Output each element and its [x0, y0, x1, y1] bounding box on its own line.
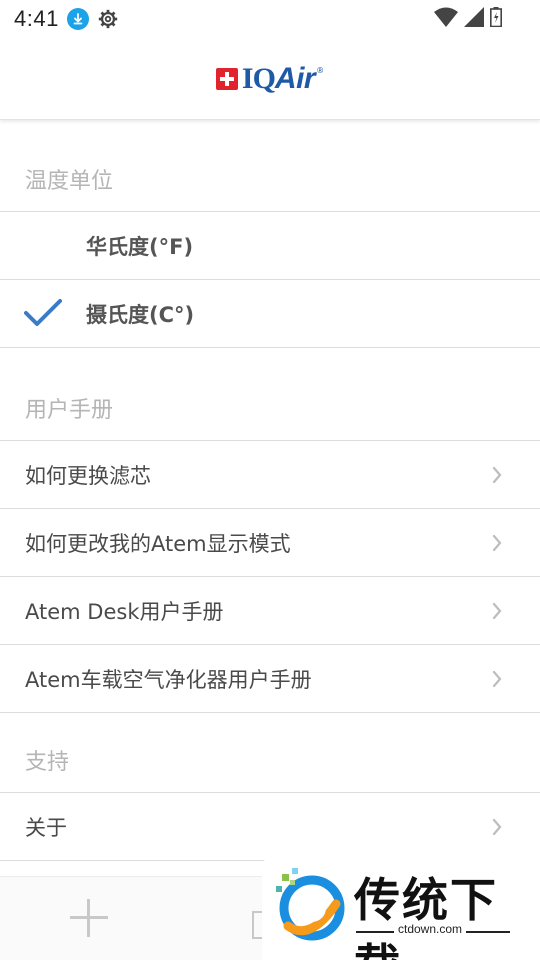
list-item-atem-car-manual[interactable]: Atem车载空气净化器用户手册 [0, 645, 540, 713]
list-item-label: 如何更换滤芯 [25, 463, 151, 488]
status-bar: 4:41 [0, 0, 540, 38]
list-item-display-mode[interactable]: 如何更改我的Atem显示模式 [0, 509, 540, 577]
chevron-right-icon [492, 819, 502, 835]
watermark-logo-icon [276, 868, 345, 941]
list-item-label: 关于 [25, 815, 67, 840]
watermark-url: ctdown.com [398, 922, 463, 936]
list-item-atem-desk-manual[interactable]: Atem Desk用户手册 [0, 577, 540, 645]
list-item-label: 如何更改我的Atem显示模式 [25, 531, 291, 556]
swiss-flag-icon [215, 67, 238, 90]
registered-mark: ® [316, 66, 325, 75]
logo-text: IQAir [241, 61, 316, 95]
watermark: 传统下载 ctdown.com [262, 858, 540, 960]
option-fahrenheit[interactable]: 华氏度(°F) [0, 212, 540, 280]
signal-icon [464, 7, 484, 27]
chevron-right-icon [492, 535, 502, 551]
section-header-support: 支持 [0, 713, 540, 793]
download-icon [66, 8, 89, 30]
list-item-replace-filter[interactable]: 如何更换滤芯 [0, 441, 540, 509]
settings-gear-icon [98, 9, 117, 29]
chevron-right-icon [492, 671, 502, 687]
watermark-rule-left [356, 931, 394, 933]
list-item-about[interactable]: 关于 [0, 793, 540, 861]
battery-icon [490, 7, 502, 27]
watermark-rule-right [466, 931, 510, 933]
app-header: IQAir ® [0, 38, 540, 120]
checkmark-icon [24, 299, 62, 326]
wifi-icon [434, 7, 458, 27]
add-device-plus-icon[interactable] [70, 899, 108, 937]
status-indicators [434, 7, 502, 27]
option-celsius[interactable]: 摄氏度(C°) [0, 280, 540, 348]
chevron-right-icon [492, 603, 502, 619]
list-item-label: Atem车载空气净化器用户手册 [25, 667, 312, 692]
iqair-logo: IQAir ® [215, 61, 325, 96]
status-time: 4:41 [14, 6, 59, 31]
option-label: 华氏度(°F) [86, 234, 194, 259]
settings-list: 温度单位 华氏度(°F) 摄氏度(C°) 用户手册 如何更换滤芯 如何更改我的A… [0, 121, 540, 861]
watermark-title: 传统下载 [354, 873, 498, 960]
chevron-right-icon [492, 467, 502, 483]
section-header-manual: 用户手册 [0, 348, 540, 441]
section-header-temperature: 温度单位 [0, 121, 540, 212]
list-item-label: Atem Desk用户手册 [25, 599, 224, 624]
